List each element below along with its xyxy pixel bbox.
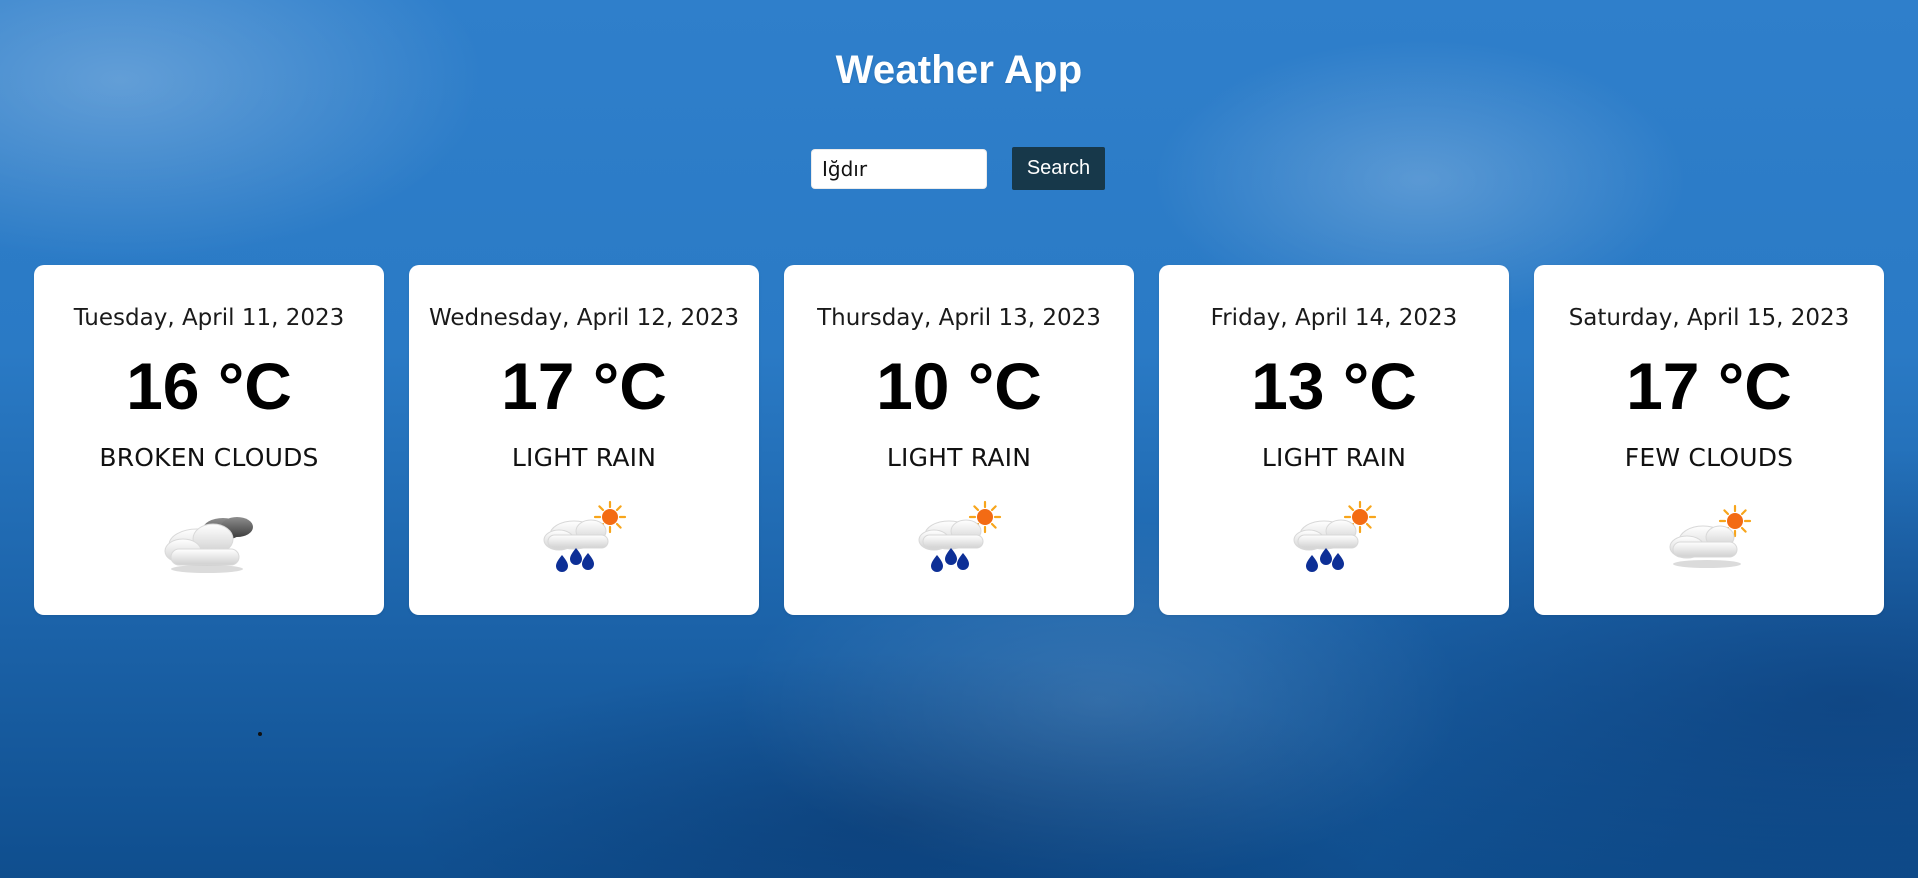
forecast-card-5: Saturday, April 15, 2023 17 °C FEW CLOUD… [1534, 265, 1884, 615]
forecast-list: Tuesday, April 11, 2023 16 °C BROKEN CLO… [34, 265, 1884, 615]
forecast-date: Tuesday, April 11, 2023 [73, 305, 345, 331]
page-title: Weather App [835, 48, 1083, 92]
forecast-temperature: 10 °C [876, 349, 1042, 423]
forecast-card-3: Thursday, April 13, 2023 10 °C LIGHT RAI… [784, 265, 1134, 615]
forecast-description: BROKEN CLOUDS [99, 443, 319, 472]
forecast-date: Friday, April 14, 2023 [1210, 305, 1458, 331]
few-clouds-icon [1649, 497, 1769, 587]
light-rain-icon [899, 497, 1019, 587]
forecast-description: LIGHT RAIN [511, 443, 657, 472]
forecast-temperature: 17 °C [501, 349, 667, 423]
forecast-description: LIGHT RAIN [1261, 443, 1407, 472]
forecast-description: FEW CLOUDS [1624, 443, 1794, 472]
forecast-date: Wednesday, April 12, 2023 [428, 305, 740, 331]
forecast-date: Thursday, April 13, 2023 [817, 305, 1101, 331]
search-input[interactable] [811, 148, 987, 189]
light-rain-icon [1274, 497, 1394, 587]
weather-page: Weather App Search Tuesday, April 11, 20… [0, 0, 1918, 878]
forecast-temperature: 13 °C [1251, 349, 1417, 423]
forecast-temperature: 16 °C [126, 349, 292, 423]
forecast-card-2: Wednesday, April 12, 2023 17 °C LIGHT RA… [409, 265, 759, 615]
forecast-card-4: Friday, April 14, 2023 13 °C LIGHT RAIN [1159, 265, 1509, 615]
forecast-date: Saturday, April 15, 2023 [1568, 305, 1850, 331]
forecast-temperature: 17 °C [1626, 349, 1792, 423]
light-rain-icon [524, 497, 644, 587]
broken-clouds-icon [149, 497, 269, 587]
search-bar: Search [811, 147, 1105, 190]
search-button[interactable]: Search [1012, 147, 1105, 190]
forecast-card-1: Tuesday, April 11, 2023 16 °C BROKEN CLO… [34, 265, 384, 615]
cursor-dot [258, 732, 262, 736]
forecast-description: LIGHT RAIN [886, 443, 1032, 472]
